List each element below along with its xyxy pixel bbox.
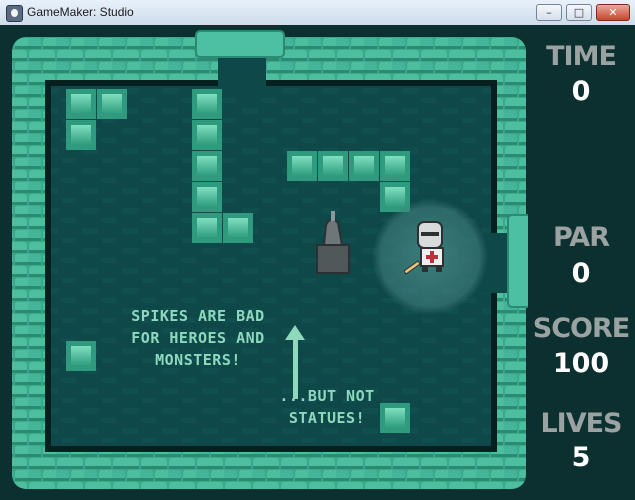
spike-block: [97, 89, 127, 119]
game-window: GameMaker: Studio – □ ✕ SPIKES ARE BAD F…: [0, 0, 635, 500]
statues-hint: ...BUT NOT STATUES!: [272, 385, 382, 429]
title-bar[interactable]: GameMaker: Studio – □ ✕: [0, 0, 635, 26]
game-viewport[interactable]: SPIKES ARE BAD FOR HEROES AND MONSTERS! …: [0, 25, 635, 500]
statues-hint-line1: ...BUT NOT: [279, 387, 375, 405]
close-button[interactable]: ✕: [596, 4, 630, 21]
time-label: TIME: [546, 41, 617, 72]
spike-block: [66, 120, 96, 150]
spike-block: [66, 341, 96, 371]
spike-block: [192, 182, 222, 212]
spike-block: [192, 151, 222, 181]
lives-label: LIVES: [540, 408, 622, 439]
spike-block: [192, 89, 222, 119]
score-value: 100: [552, 348, 610, 379]
spikes-hint: SPIKES ARE BAD FOR HEROES AND MONSTERS!: [118, 305, 278, 371]
spike-block: [380, 403, 410, 433]
spike-block: [349, 151, 379, 181]
spike-block: [380, 151, 410, 181]
top-doorway: [218, 57, 266, 97]
statues-hint-line2: STATUES!: [288, 409, 366, 427]
spike-block: [287, 151, 317, 181]
app-icon: [6, 5, 23, 22]
spikes-hint-line3: MONSTERS!: [155, 351, 241, 369]
top-door-lintel: [195, 30, 285, 58]
spike-block: [192, 213, 222, 243]
spikes-hint-line2: FOR HEROES AND: [131, 329, 265, 347]
score-label: SCORE: [532, 313, 630, 344]
spike-block: [223, 213, 253, 243]
window-title: GameMaker: Studio: [27, 5, 134, 19]
spike-block: [66, 89, 96, 119]
lives-value: 5: [571, 442, 591, 473]
time-value: 0: [571, 76, 591, 107]
par-label: PAR: [553, 222, 610, 253]
minimize-button[interactable]: –: [536, 4, 562, 21]
par-value: 0: [571, 258, 591, 289]
maximize-button[interactable]: □: [566, 4, 592, 21]
spike-block: [192, 120, 222, 150]
spike-block: [318, 151, 348, 181]
spikes-hint-line1: SPIKES ARE BAD: [131, 307, 265, 325]
